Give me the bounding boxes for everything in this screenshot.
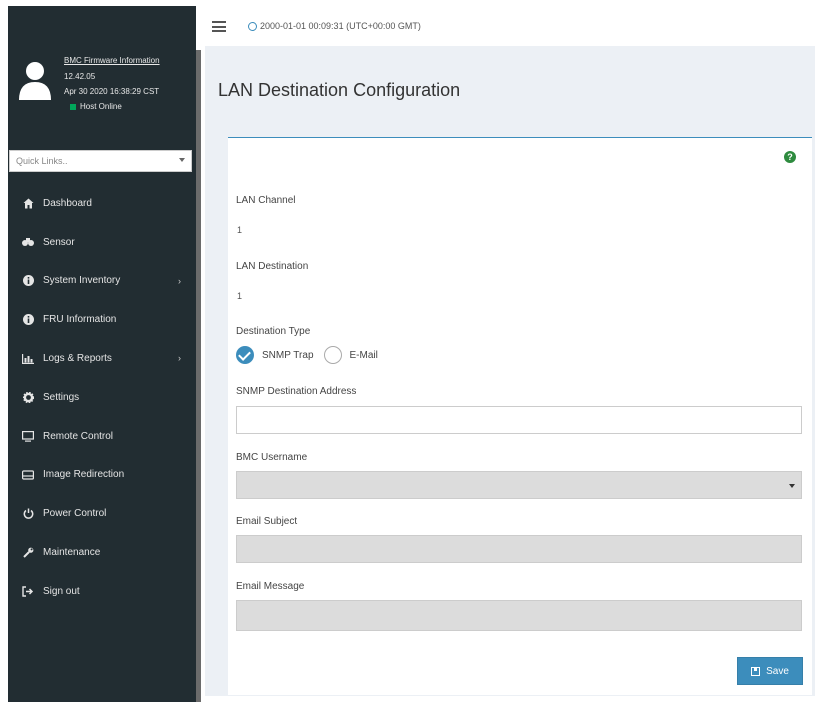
sidebar-item-label: Maintenance [43, 547, 101, 559]
sidebar-item-logs-reports[interactable]: Logs & Reports › [8, 339, 196, 378]
user-avatar-icon [18, 60, 52, 100]
menu-toggle-icon[interactable] [212, 21, 226, 32]
sidebar-item-sign-out[interactable]: Sign out [8, 572, 196, 611]
user-panel: BMC Firmware Information 12.42.05 Apr 30… [8, 48, 196, 134]
monitor-icon [22, 430, 34, 442]
dashboard-icon [22, 197, 34, 209]
clock-text: 2000-01-01 00:09:31 (UTC+00:00 GMT) [260, 21, 421, 31]
sidebar-item-label: Image Redirection [43, 469, 125, 481]
sidebar-menu: Dashboard Sensor System Inventory › FRU … [8, 184, 196, 611]
sidebar-item-label: Dashboard [43, 197, 92, 209]
sensor-icon [22, 236, 34, 248]
firmware-version: 12.42.05 [64, 72, 96, 81]
email-label: E-Mail [349, 349, 378, 361]
chart-icon [22, 353, 34, 365]
email-message-label: Email Message [236, 581, 305, 592]
info-icon [22, 275, 34, 287]
sidebar-item-system-inventory[interactable]: System Inventory › [8, 262, 196, 301]
sidebar-item-remote-control[interactable]: Remote Control [8, 417, 196, 456]
lan-channel-label: LAN Channel [236, 195, 296, 206]
snmp-address-input[interactable] [236, 406, 802, 434]
page-title: LAN Destination Configuration [218, 80, 461, 100]
sidebar-item-label: Logs & Reports [43, 353, 112, 365]
quick-links-select[interactable]: Quick Links.. [9, 150, 192, 172]
disk-icon [22, 469, 34, 481]
sidebar-item-dashboard[interactable]: Dashboard [8, 184, 196, 223]
sidebar-item-label: FRU Information [43, 314, 117, 326]
email-radio[interactable] [323, 346, 342, 364]
destination-type-group: SNMP Trap E-Mail [236, 346, 378, 364]
info-icon [22, 314, 34, 326]
host-status-text: Host Online [80, 102, 122, 111]
sidebar-item-label: System Inventory [43, 275, 121, 287]
sidebar-item-label: Settings [43, 391, 80, 403]
snmp-address-label: SNMP Destination Address [236, 386, 357, 397]
gear-icon [22, 391, 34, 403]
sidebar-scrollbar[interactable] [196, 50, 201, 702]
bmc-username-select[interactable] [236, 471, 802, 499]
power-icon [22, 508, 34, 520]
bmc-username-label: BMC Username [236, 452, 308, 463]
email-message-input[interactable] [236, 600, 802, 631]
help-icon[interactable]: ? [784, 151, 796, 163]
sidebar-item-image-redirection[interactable]: Image Redirection [8, 456, 196, 495]
chevron-right-icon: › [178, 353, 181, 364]
save-icon [751, 666, 761, 676]
chevron-right-icon: › [178, 275, 181, 286]
lan-destination-value: 1 [237, 291, 243, 301]
snmp-trap-label: SNMP Trap [262, 349, 314, 361]
status-dot-icon [70, 103, 76, 110]
destination-type-label: Destination Type [236, 326, 311, 337]
firmware-info-link[interactable]: BMC Firmware Information [64, 56, 160, 65]
save-button[interactable]: Save [737, 657, 803, 685]
wrench-icon [22, 547, 34, 559]
sidebar-item-settings[interactable]: Settings [8, 378, 196, 417]
sign-out-icon [22, 585, 34, 597]
clock: 2000-01-01 00:09:31 (UTC+00:00 GMT) [248, 21, 421, 31]
chevron-down-icon [789, 484, 795, 488]
lan-channel-value: 1 [237, 225, 243, 235]
firmware-date: Apr 30 2020 16:38:29 CST [64, 87, 160, 96]
sidebar-item-label: Sensor [43, 236, 75, 248]
sidebar-item-label: Power Control [43, 508, 107, 520]
email-subject-input[interactable] [236, 535, 802, 563]
sidebar-item-sensor[interactable]: Sensor [8, 223, 196, 262]
quick-links-placeholder: Quick Links.. [16, 156, 68, 166]
chevron-down-icon [179, 158, 185, 162]
host-status: Host Online [70, 102, 122, 111]
save-button-label: Save [766, 665, 789, 677]
clock-icon [248, 21, 257, 31]
sidebar-item-label: Remote Control [43, 430, 114, 442]
sidebar-item-power-control[interactable]: Power Control [8, 494, 196, 533]
email-subject-label: Email Subject [236, 516, 298, 527]
sidebar-item-fru-information[interactable]: FRU Information [8, 300, 196, 339]
sidebar-item-maintenance[interactable]: Maintenance [8, 533, 196, 572]
sidebar-item-label: Sign out [43, 585, 80, 597]
snmp-trap-radio[interactable] [236, 346, 254, 364]
lan-destination-label: LAN Destination [236, 261, 309, 272]
